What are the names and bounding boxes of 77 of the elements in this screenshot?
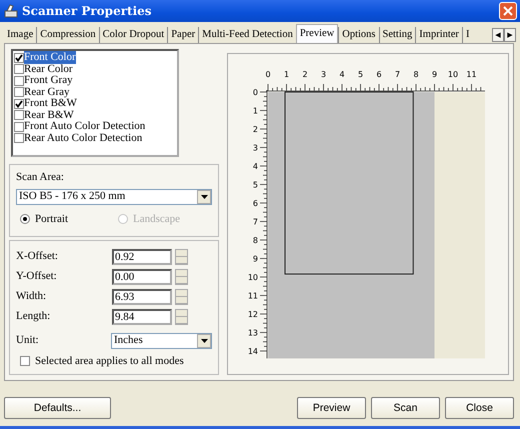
checkbox[interactable] <box>14 110 24 120</box>
checkbox[interactable] <box>14 64 24 74</box>
checkbox[interactable] <box>14 98 24 109</box>
checkbox[interactable] <box>20 356 30 366</box>
ruler-label: 6 <box>252 199 258 208</box>
checkbox[interactable] <box>14 122 24 132</box>
spin-button[interactable] <box>175 308 188 325</box>
ruler-label: 2 <box>252 125 258 134</box>
ruler-label: 5 <box>358 70 364 79</box>
ruler-label: 5 <box>252 180 258 190</box>
mode-item[interactable]: Front Gray <box>24 74 73 88</box>
spin-button[interactable] <box>175 248 188 265</box>
ruler-label: 6 <box>376 70 382 79</box>
ruler-label: 3 <box>320 70 326 79</box>
mode-item[interactable]: Rear Color <box>24 62 73 76</box>
ruler-label: 11 <box>466 70 477 79</box>
checkbox[interactable] <box>14 52 24 63</box>
ruler-label: 7 <box>394 70 400 79</box>
number-field[interactable]: 0.00 <box>112 268 172 285</box>
ruler-label: 10 <box>248 273 258 282</box>
checkbox-label: Selected area applies to all modes <box>35 354 184 368</box>
ruler-label: 1 <box>252 106 258 116</box>
mode-item[interactable]: Front Color <box>24 51 76 64</box>
ruler-label: 0 <box>265 70 271 79</box>
mode-item[interactable]: Rear Auto Color Detection <box>24 132 142 145</box>
unit-select[interactable]: Inches <box>111 332 212 349</box>
ruler-label: 4 <box>252 162 258 171</box>
spin-button[interactable] <box>175 288 188 305</box>
window-title: Scanner Properties <box>22 4 152 18</box>
number-field[interactable]: 6.93 <box>112 288 172 305</box>
ruler-label: 1 <box>284 70 290 79</box>
tab[interactable]: Image <box>4 27 36 43</box>
ruler-label: 8 <box>252 236 258 245</box>
scan-area-select[interactable]: ISO B5 - 176 x 250 mm <box>16 188 212 205</box>
ruler-label: 2 <box>302 70 308 79</box>
scanner-icon <box>4 4 18 18</box>
field-label: X-Offset: <box>16 250 59 264</box>
dialog-button[interactable]: Scan <box>371 397 440 419</box>
mode-item[interactable]: Rear B&W <box>24 108 74 122</box>
field-label: Unit: <box>16 334 40 348</box>
number-field[interactable]: 9.84 <box>112 308 172 325</box>
ruler-label: 0 <box>252 88 258 97</box>
checkbox[interactable] <box>14 87 24 98</box>
ruler-label: 8 <box>413 70 419 79</box>
field-label: Y-Offset: <box>16 270 58 284</box>
ruler-label: 9 <box>432 70 438 79</box>
dropdown-arrow-icon <box>200 194 208 199</box>
close-button[interactable] <box>499 2 517 20</box>
ruler-label: 3 <box>252 144 258 152</box>
ruler-label: 12 <box>248 310 258 319</box>
dropdown-arrow-icon <box>200 338 208 343</box>
spin-button[interactable] <box>175 268 188 285</box>
close-icon <box>503 6 513 16</box>
checkbox[interactable] <box>14 133 24 144</box>
field-label: Width: <box>16 290 48 304</box>
mode-item[interactable]: Front Auto Color Detection <box>24 120 146 134</box>
tab[interactable]: Preview <box>296 24 338 43</box>
number-field[interactable]: 0.92 <box>112 248 172 265</box>
scan-area-label: Scan Area: <box>16 171 65 185</box>
radio-label: Landscape <box>133 212 180 226</box>
ruler-label: 11 <box>248 292 258 300</box>
ruler-label: 10 <box>448 70 458 79</box>
radio-label: Portrait <box>35 212 68 226</box>
dialog-button[interactable]: Close <box>445 397 514 419</box>
checkbox[interactable] <box>14 76 24 86</box>
dialog-button[interactable]: Preview <box>297 397 366 419</box>
ruler-label: 4 <box>339 70 345 79</box>
defaults-button[interactable]: Defaults... <box>4 397 111 419</box>
mode-item[interactable]: Front B&W <box>24 97 77 110</box>
radio-button[interactable] <box>20 214 30 224</box>
ruler-label: 9 <box>252 254 258 264</box>
ruler-label: 7 <box>252 218 258 226</box>
selection-frame[interactable] <box>284 92 414 275</box>
field-label: Length: <box>16 310 52 324</box>
ruler-label: 13 <box>248 328 258 338</box>
mode-item[interactable]: Rear Gray <box>24 86 70 99</box>
ruler-label: 14 <box>248 347 258 356</box>
